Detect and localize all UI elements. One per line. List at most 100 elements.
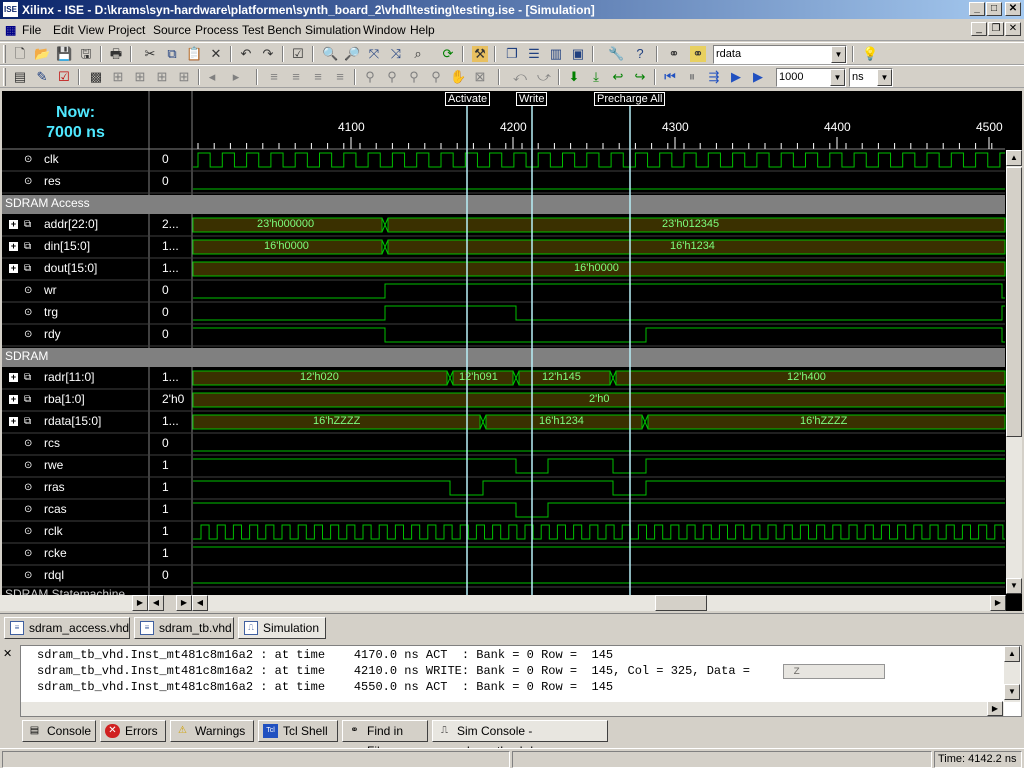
marker-precharge-all[interactable]: Precharge All (594, 92, 666, 106)
zoom-full-icon[interactable]: ⤨ (388, 46, 404, 62)
console-close-icon[interactable]: ✕ (3, 647, 12, 660)
pin2-icon[interactable]: ⚲ (384, 69, 400, 85)
pin4-icon[interactable]: ⚲ (428, 69, 444, 85)
tile-horizontal-icon[interactable]: ☰ (526, 46, 542, 62)
hand-icon[interactable]: ✋ (450, 69, 466, 85)
tab-warnings[interactable]: ⚠ Warnings (170, 720, 254, 742)
signal-name[interactable]: dout[15:0] (44, 261, 97, 275)
toolbar-grip[interactable] (3, 45, 6, 63)
zoom-fit-icon[interactable]: ⤧ (366, 46, 382, 62)
doc-icon[interactable]: ▤ (12, 69, 28, 85)
align4-icon[interactable]: ≡ (332, 69, 348, 85)
redo-icon[interactable]: ↷ (260, 46, 276, 62)
signal-name[interactable]: rclk (44, 524, 63, 538)
signal-name[interactable]: rcas (44, 502, 67, 516)
menu-view[interactable]: View (78, 23, 104, 37)
lightbulb-icon[interactable]: 💡 (862, 46, 878, 62)
step-down-icon[interactable]: ⬇ (566, 69, 582, 85)
scroll-right-icon[interactable]: ▶ (990, 595, 1006, 611)
scroll-down-icon[interactable]: ▼ (1006, 578, 1022, 594)
scroll-right-icon[interactable]: ▶ (176, 595, 192, 611)
mdi-close-button[interactable]: ✕ (1005, 22, 1021, 36)
signal-name[interactable]: rba[1:0] (44, 392, 85, 406)
run-all-icon[interactable]: ⇶ (706, 69, 722, 85)
close-button[interactable]: ✕ (1005, 2, 1021, 16)
chevron-down-icon[interactable]: ▼ (877, 69, 892, 86)
tab-console[interactable]: ▤ Console (22, 720, 96, 742)
hierarchy3-icon[interactable]: ⊞ (154, 69, 170, 85)
menu-window[interactable]: Window (363, 23, 406, 37)
signal-name[interactable]: rcs (44, 436, 60, 450)
maximize-button[interactable]: □ (986, 2, 1002, 16)
expand-bus-icon[interactable]: + (9, 264, 18, 273)
tab-sdram-tb[interactable]: ≡ sdram_tb.vhd (134, 617, 234, 639)
pause-icon[interactable]: ⏸ (684, 69, 700, 85)
checklist-icon[interactable]: ☑ (56, 69, 72, 85)
scroll-left-icon[interactable]: ◀ (148, 595, 164, 611)
menu-project[interactable]: Project (108, 23, 145, 37)
menu-help[interactable]: Help (410, 23, 435, 37)
signal-name[interactable]: res (44, 174, 61, 188)
step-into-icon[interactable]: ⤓ (588, 69, 604, 85)
zoom-area-icon[interactable]: ⌕ (410, 46, 426, 62)
scroll-right-icon[interactable]: ▶ (987, 701, 1003, 716)
cut-icon[interactable]: ✂ (142, 46, 158, 62)
toolbar-grip[interactable] (3, 68, 6, 86)
group-label[interactable]: SDRAM Access (5, 196, 90, 210)
names-hscroll-track[interactable] (0, 595, 132, 611)
minimize-button[interactable]: _ (969, 2, 985, 16)
menu-edit[interactable]: Edit (53, 23, 74, 37)
time-unit-select[interactable]: ns ▼ (849, 68, 893, 87)
signal-name[interactable]: rcke (44, 546, 67, 560)
signal-name[interactable]: addr[22:0] (44, 217, 98, 231)
menu-process[interactable]: Process (195, 23, 238, 37)
scroll-down-icon[interactable]: ▼ (1004, 684, 1020, 700)
scroll-up-icon[interactable]: ▲ (1004, 646, 1020, 662)
runtime-input[interactable]: 1000 ▼ (776, 68, 846, 87)
pin3-icon[interactable]: ⚲ (406, 69, 422, 85)
wave-hscroll-track[interactable] (208, 595, 990, 611)
tile-vertical-icon[interactable]: ▥ (548, 46, 564, 62)
signal-name[interactable]: rdata[15:0] (44, 414, 101, 428)
open-folder-icon[interactable]: 📂 (34, 46, 50, 62)
hierarchy2-icon[interactable]: ⊞ (132, 69, 148, 85)
restart-icon[interactable]: ⏮ (662, 69, 678, 85)
signal-name[interactable]: rras (44, 480, 65, 494)
chip-icon[interactable]: ▩ (88, 69, 104, 85)
edit-doc-icon[interactable]: ✎ (34, 69, 50, 85)
context-help-icon[interactable]: ? (632, 46, 648, 62)
step-back-icon[interactable]: ⤺ (512, 69, 528, 85)
clear-pin-icon[interactable]: ⊠ (472, 69, 488, 85)
align-icon[interactable]: ≡ (266, 69, 282, 85)
refresh-icon[interactable]: ⟳ (440, 46, 456, 62)
delete-icon[interactable]: ✕ (208, 46, 224, 62)
signal-name[interactable]: rwe (44, 458, 63, 472)
search-combo[interactable]: rdata ▼ (713, 45, 847, 64)
zoom-in-icon[interactable]: 🔍 (322, 46, 338, 62)
console-vscroll[interactable]: ▲ ▼ (1004, 646, 1020, 702)
chevron-down-icon[interactable]: ▼ (831, 46, 846, 63)
scroll-right-icon[interactable]: ▶ (132, 595, 148, 611)
signal-name[interactable]: trg (44, 305, 58, 319)
console-output[interactable]: sdram_tb_vhd.Inst_mt481c8m16a2 : at time… (20, 645, 1022, 717)
scroll-up-icon[interactable]: ▲ (1006, 150, 1022, 166)
waveform-canvas[interactable] (2, 91, 1022, 595)
step-out-icon[interactable]: ↪ (632, 69, 648, 85)
tab-sim-console[interactable]: ⎍Sim Console - sdram_tb_vhd (432, 720, 608, 758)
hammer-icon[interactable]: ⚒ (472, 46, 488, 62)
tab-errors[interactable]: ✕ Errors (100, 720, 166, 742)
find-binoculars-icon[interactable]: ⚭ (666, 46, 682, 62)
expand-bus-icon[interactable]: + (9, 417, 18, 426)
signal-name[interactable]: wr (44, 283, 57, 297)
signal-name[interactable]: din[15:0] (44, 239, 90, 253)
mdi-minimize-button[interactable]: _ (971, 22, 987, 36)
undo-icon[interactable]: ↶ (238, 46, 254, 62)
menu-simulation[interactable]: Simulation (305, 23, 361, 37)
signal-name[interactable]: rdy (44, 327, 61, 341)
mdi-restore-button[interactable]: ❐ (988, 22, 1004, 36)
step-return-icon[interactable]: ↩ (610, 69, 626, 85)
hierarchy-icon[interactable]: ⊞ (110, 69, 126, 85)
menu-file[interactable]: File (22, 23, 41, 37)
save-all-icon[interactable]: 🖫 (78, 46, 94, 62)
tab-sdram-access[interactable]: ≡ sdram_access.vhd (4, 617, 130, 639)
